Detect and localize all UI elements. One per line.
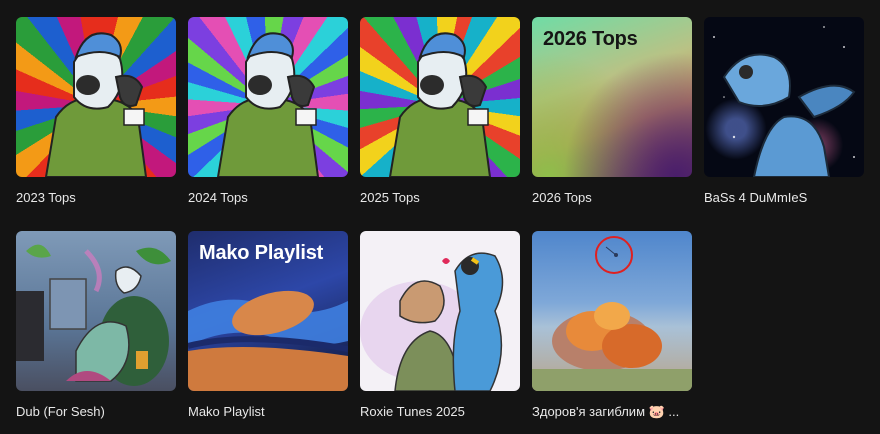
- playlist-title[interactable]: BaSs 4 DuMmIeS: [704, 190, 864, 206]
- playlist-card-roxie-tunes-2025[interactable]: Roxie Tunes 2025: [360, 231, 520, 420]
- playlist-title[interactable]: Mako Playlist: [188, 404, 348, 420]
- playlist-title[interactable]: Roxie Tunes 2025: [360, 404, 520, 420]
- playlist-card-dub-for-sesh[interactable]: Dub (For Sesh): [16, 231, 176, 420]
- playlist-grid: 2023 Tops 2024 Tops 2025 Tops 2026 Tops …: [0, 0, 880, 434]
- playlist-card-2026-tops[interactable]: 2026 Tops 2026 Tops: [532, 17, 692, 206]
- playlist-card-bass-4-dummies[interactable]: BaSs 4 DuMmIeS: [704, 17, 864, 206]
- playlist-title[interactable]: Здоров'я загиблим 🐷 ...: [532, 404, 692, 420]
- playlist-cover-art[interactable]: [704, 17, 864, 177]
- playlist-card-mako-playlist[interactable]: Mako Playlist Mako Playlist: [188, 231, 348, 420]
- character-illustration: [216, 32, 320, 177]
- playlist-cover-art[interactable]: [360, 231, 520, 391]
- playlist-cover-art[interactable]: [16, 231, 176, 391]
- character-illustration: [388, 32, 492, 177]
- playlist-cover-art[interactable]: [532, 231, 692, 391]
- playlist-cover-art[interactable]: [360, 17, 520, 177]
- playlist-title[interactable]: 2024 Tops: [188, 190, 348, 206]
- playlist-cover-art[interactable]: [16, 17, 176, 177]
- explosion-photo: [532, 236, 692, 391]
- playlist-card-2024-tops[interactable]: 2024 Tops: [188, 17, 348, 206]
- character-illustration: [16, 244, 171, 386]
- playlist-cover-art[interactable]: [188, 17, 348, 177]
- playlist-card-2025-tops[interactable]: 2025 Tops: [360, 17, 520, 206]
- playlist-title[interactable]: Dub (For Sesh): [16, 404, 176, 420]
- playlist-card-zdorovia-zahyblym[interactable]: Здоров'я загиблим 🐷 ...: [532, 231, 692, 420]
- cover-title-text: 2026 Tops: [543, 28, 638, 50]
- character-illustration: [713, 26, 856, 177]
- playlist-cover-art[interactable]: Mako Playlist: [188, 231, 348, 391]
- character-illustration: [360, 252, 504, 391]
- playlist-title[interactable]: 2026 Tops: [532, 190, 692, 206]
- playlist-cover-art[interactable]: 2026 Tops: [532, 17, 692, 177]
- character-illustration: [44, 32, 148, 177]
- playlist-title[interactable]: 2023 Tops: [16, 190, 176, 206]
- playlist-title[interactable]: 2025 Tops: [360, 190, 520, 206]
- playlist-card-2023-tops[interactable]: 2023 Tops: [16, 17, 176, 206]
- cover-title-text: Mako Playlist: [199, 242, 324, 264]
